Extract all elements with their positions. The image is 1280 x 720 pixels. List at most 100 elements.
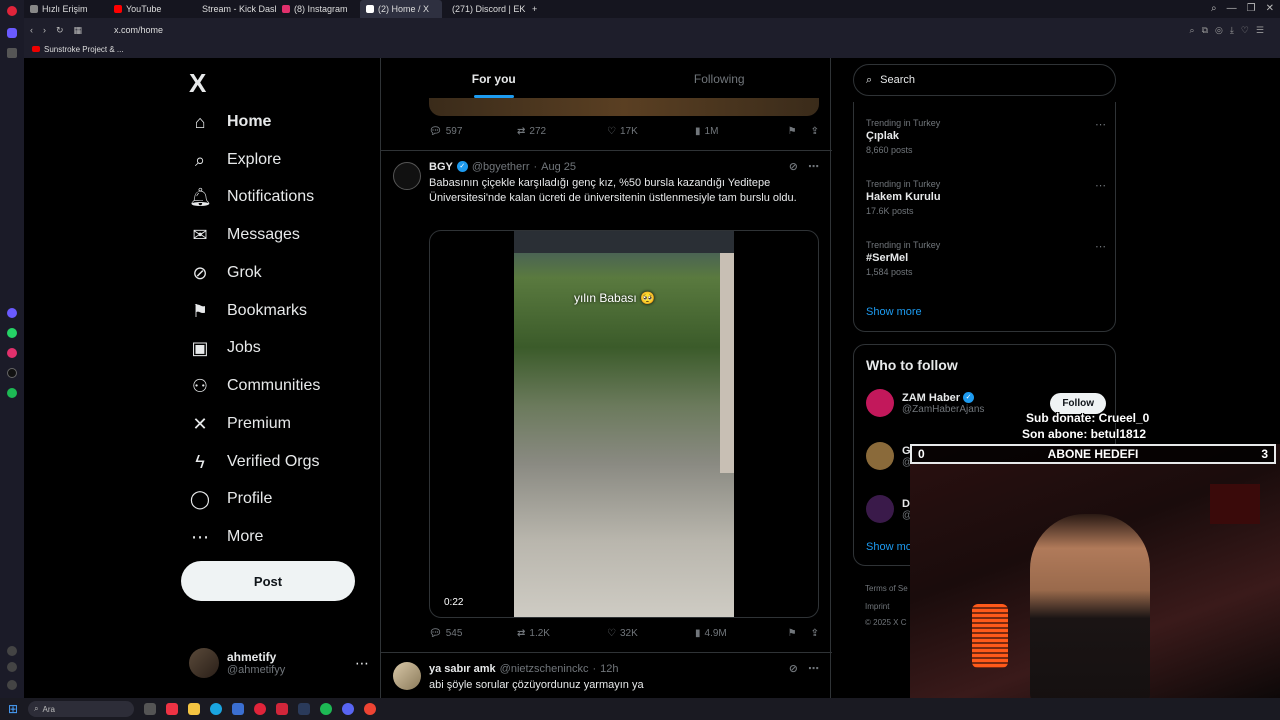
browser-tab[interactable]: (2) Home / X	[360, 0, 442, 18]
post-button[interactable]: Post	[181, 561, 355, 601]
close-icon[interactable]: ✕	[1266, 3, 1274, 14]
tab-for-you[interactable]: For you	[381, 58, 607, 100]
footer-link[interactable]: Terms of Se	[865, 584, 908, 593]
reload-icon[interactable]: ↻	[56, 25, 64, 36]
trend-item[interactable]: Trending in Turkey Hakem Kurulu 17.6K post…	[866, 179, 1106, 216]
avatar[interactable]	[393, 662, 421, 690]
share-icon[interactable]: ⇪	[811, 126, 819, 137]
nav-item-communities[interactable]: ⚇ Communities	[189, 372, 320, 400]
trend-item[interactable]: Trending in Turkey Çıplak 8,660 posts ⋯	[866, 118, 1106, 155]
more-icon[interactable]: ⋯	[355, 655, 369, 672]
browser-tab[interactable]: Hızlı Erişim	[24, 0, 108, 18]
views-button[interactable]: ▮ 4.9M	[695, 628, 779, 639]
nav-item-jobs[interactable]: ▣ Jobs	[189, 334, 260, 362]
more-sidebar-icon[interactable]	[7, 680, 17, 690]
opera-gx-icon[interactable]	[166, 703, 179, 715]
avatar[interactable]	[866, 389, 894, 417]
show-more-link[interactable]: Show more	[866, 306, 922, 318]
zoom-icon[interactable]: ⌕	[1190, 25, 1195, 36]
spotify-icon[interactable]	[320, 703, 333, 715]
home-sidebar-icon[interactable]	[7, 28, 17, 38]
opera-logo-icon[interactable]	[7, 6, 17, 16]
bookmark-item[interactable]: Sunstroke Project & ...	[44, 45, 124, 54]
trend-more-icon[interactable]: ⋯	[1095, 118, 1106, 131]
discord-icon[interactable]	[342, 703, 355, 715]
footer-link[interactable]: Imprint	[865, 602, 889, 611]
task-view-icon[interactable]	[144, 703, 157, 715]
taskbar-search[interactable]: ⌕ Ara	[28, 701, 135, 717]
avatar[interactable]	[866, 442, 894, 470]
x-logo-icon[interactable]: X	[189, 68, 206, 99]
file-explorer-icon[interactable]	[188, 703, 201, 715]
views-button[interactable]: ▮ 1M	[695, 126, 779, 137]
tabs-icon[interactable]: ▦	[74, 25, 83, 36]
download-icon[interactable]: ⤓	[1230, 25, 1234, 36]
tweet-date[interactable]: Aug 25	[541, 161, 576, 173]
new-tab-button[interactable]: +	[526, 4, 543, 14]
trend-more-icon[interactable]: ⋯	[1095, 240, 1106, 253]
nav-item-messages[interactable]: ✉ Messages	[189, 221, 299, 249]
like-button[interactable]: ♡ 32K	[607, 628, 695, 639]
like-button[interactable]: ♡ 17K	[607, 126, 695, 137]
nav-item-bookmarks[interactable]: ⚑ Bookmarks	[189, 297, 307, 325]
browser-tab[interactable]: Stream - Kick Dashboard	[192, 0, 276, 18]
settings-sidebar-icon[interactable]	[7, 662, 17, 672]
account-switcher[interactable]: ahmetify @ahmetifyy ⋯	[189, 648, 369, 678]
browser-tab[interactable]: (8) Instagram	[276, 0, 360, 18]
windows-start-icon[interactable]: ⊞	[8, 702, 18, 716]
tweet-video[interactable]: yılın Babası 🥺 0:22	[429, 230, 819, 618]
repost-button[interactable]: ⇄ 272	[517, 126, 607, 137]
avatar[interactable]	[393, 162, 421, 190]
nav-item-more[interactable]: ⋯ More	[189, 523, 263, 551]
edge-icon[interactable]	[210, 703, 223, 715]
nav-item-verified-orgs[interactable]: ϟ Verified Orgs	[189, 448, 319, 476]
nav-item-premium[interactable]: ✕ Premium	[189, 410, 291, 438]
menu-icon[interactable]: ☰	[1256, 25, 1264, 36]
aria-sidebar-icon[interactable]	[7, 308, 17, 318]
tweet-date[interactable]: 12h	[600, 663, 618, 675]
tab-following[interactable]: Following	[607, 58, 833, 100]
grok-icon[interactable]: ⊘	[789, 160, 798, 173]
heart-sidebar-icon[interactable]	[7, 646, 17, 656]
nav-item-notifications[interactable]: 🔔︎ Notifications	[189, 183, 314, 211]
nav-item-home[interactable]: ⌂ Home	[189, 108, 272, 136]
spotify-sidebar-icon[interactable]	[7, 388, 17, 398]
whatsapp-sidebar-icon[interactable]	[7, 328, 17, 338]
settings-app-icon[interactable]	[232, 703, 245, 715]
instagram-sidebar-icon[interactable]	[7, 348, 17, 358]
tweet-more-icon[interactable]: ⋯	[808, 662, 819, 675]
nav-item-profile[interactable]: ◯ Profile	[189, 485, 272, 513]
browser-tab[interactable]: (271) Discord | EKİP	[442, 0, 526, 18]
reply-button[interactable]: 💬︎ 597	[429, 126, 517, 137]
forward-icon[interactable]: ›	[43, 25, 46, 35]
opera-icon[interactable]	[254, 703, 267, 715]
star-sidebar-icon[interactable]	[7, 48, 17, 58]
obs-icon[interactable]	[364, 703, 377, 715]
grok-icon[interactable]: ⊘	[789, 662, 798, 675]
tweet-more-icon[interactable]: ⋯	[808, 160, 819, 173]
previous-tweet-media[interactable]	[429, 98, 819, 116]
tweet-author-name[interactable]: ya sabır amk	[429, 663, 496, 675]
avatar[interactable]	[866, 495, 894, 523]
x-sidebar-icon[interactable]	[7, 368, 17, 378]
tweet-author-handle[interactable]: @nietzscheninckc	[500, 663, 589, 675]
bookmark-heart-icon[interactable]: ♡	[1241, 25, 1249, 36]
app-icon[interactable]	[276, 703, 289, 715]
url-field[interactable]: x.com/home	[114, 25, 163, 35]
share-icon[interactable]: ⇪	[811, 628, 819, 639]
nav-item-explore[interactable]: ⌕ Explore	[189, 146, 281, 174]
trend-item[interactable]: Trending in Turkey #SerMel 1,584 posts ⋯	[866, 240, 1106, 277]
steam-icon[interactable]	[298, 703, 311, 715]
repost-button[interactable]: ⇄ 1.2K	[517, 628, 607, 639]
camera-icon[interactable]: ◎	[1215, 25, 1223, 36]
tweet-author-handle[interactable]: @bgyetherr	[472, 161, 530, 173]
trend-more-icon[interactable]: ⋯	[1095, 179, 1106, 192]
search-tabs-icon[interactable]: ⌕	[1211, 3, 1217, 14]
browser-tab[interactable]: YouTube	[108, 0, 192, 18]
bookmark-icon[interactable]: ⚑	[788, 126, 797, 137]
extension-icon[interactable]: ⧉	[1202, 25, 1208, 36]
reply-button[interactable]: 💬︎ 545	[429, 628, 517, 639]
nav-item-grok[interactable]: ⊘ Grok	[189, 259, 261, 287]
minimize-icon[interactable]: —	[1227, 3, 1237, 14]
back-icon[interactable]: ‹	[30, 25, 33, 35]
